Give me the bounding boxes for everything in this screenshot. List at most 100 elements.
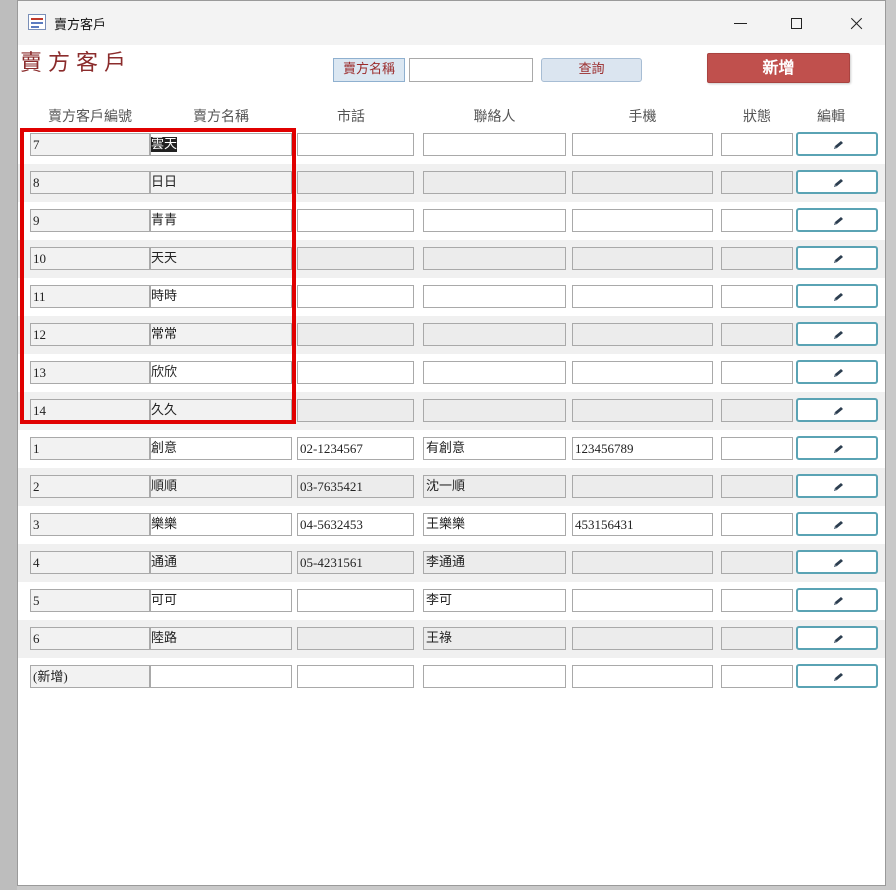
query-button[interactable]: 查詢: [541, 58, 642, 82]
cell-phone[interactable]: [297, 361, 414, 384]
cell-name[interactable]: 陸路: [150, 627, 292, 650]
cell-contact[interactable]: [423, 285, 566, 308]
edit-button[interactable]: [796, 474, 878, 498]
cell-id[interactable]: 12: [30, 323, 150, 346]
cell-id[interactable]: 8: [30, 171, 150, 194]
cell-contact[interactable]: 王祿: [423, 627, 566, 650]
cell-mobile[interactable]: [572, 133, 713, 156]
cell-mobile[interactable]: [572, 627, 713, 650]
cell-mobile[interactable]: [572, 475, 713, 498]
cell-id[interactable]: 1: [30, 437, 150, 460]
cell-contact[interactable]: [423, 399, 566, 422]
cell-name[interactable]: 常常: [150, 323, 292, 346]
cell-id[interactable]: 14: [30, 399, 150, 422]
edit-button[interactable]: [796, 322, 878, 346]
cell-mobile[interactable]: [572, 209, 713, 232]
cell-contact[interactable]: [423, 171, 566, 194]
cell-status[interactable]: [721, 437, 793, 460]
cell-status[interactable]: [721, 513, 793, 536]
edit-button[interactable]: [796, 246, 878, 270]
close-button[interactable]: [836, 9, 876, 37]
minimize-button[interactable]: [720, 9, 760, 37]
cell-name[interactable]: 通通: [150, 551, 292, 574]
cell-phone[interactable]: [297, 323, 414, 346]
cell-id[interactable]: 3: [30, 513, 150, 536]
cell-mobile[interactable]: 453156431: [572, 513, 713, 536]
cell-mobile[interactable]: [572, 399, 713, 422]
cell-contact[interactable]: [423, 323, 566, 346]
cell-phone[interactable]: [297, 399, 414, 422]
cell-id[interactable]: 9: [30, 209, 150, 232]
cell-status[interactable]: [721, 285, 793, 308]
edit-button[interactable]: [796, 436, 878, 460]
cell-contact[interactable]: [423, 133, 566, 156]
cell-status[interactable]: [721, 323, 793, 346]
cell-mobile[interactable]: 123456789: [572, 437, 713, 460]
cell-contact[interactable]: 有創意: [423, 437, 566, 460]
cell-mobile[interactable]: [572, 589, 713, 612]
cell-name[interactable]: 可可: [150, 589, 292, 612]
edit-button[interactable]: [796, 360, 878, 384]
cell-contact[interactable]: 李通通: [423, 551, 566, 574]
cell-phone[interactable]: [297, 171, 414, 194]
cell-mobile[interactable]: [572, 323, 713, 346]
cell-name[interactable]: 時時: [150, 285, 292, 308]
cell-mobile[interactable]: [572, 171, 713, 194]
cell-status[interactable]: [721, 133, 793, 156]
cell-mobile[interactable]: [572, 551, 713, 574]
cell-status[interactable]: [721, 171, 793, 194]
edit-button[interactable]: [796, 664, 878, 688]
cell-phone[interactable]: [297, 285, 414, 308]
cell-name[interactable]: 樂樂: [150, 513, 292, 536]
cell-phone[interactable]: [297, 209, 414, 232]
cell-status[interactable]: [721, 551, 793, 574]
cell-name[interactable]: 創意: [150, 437, 292, 460]
cell-name[interactable]: 順順: [150, 475, 292, 498]
cell-status[interactable]: [721, 361, 793, 384]
cell-status[interactable]: [721, 399, 793, 422]
edit-button[interactable]: [796, 550, 878, 574]
cell-id[interactable]: 13: [30, 361, 150, 384]
cell-name[interactable]: 日日: [150, 171, 292, 194]
cell-name[interactable]: [150, 665, 292, 688]
cell-name[interactable]: 欣欣: [150, 361, 292, 384]
cell-mobile[interactable]: [572, 247, 713, 270]
cell-contact[interactable]: 王樂樂: [423, 513, 566, 536]
cell-mobile[interactable]: [572, 665, 713, 688]
cell-phone[interactable]: [297, 665, 414, 688]
edit-button[interactable]: [796, 132, 878, 156]
cell-phone[interactable]: [297, 133, 414, 156]
cell-id[interactable]: 10: [30, 247, 150, 270]
cell-status[interactable]: [721, 209, 793, 232]
search-input[interactable]: [409, 58, 533, 82]
cell-id[interactable]: 6: [30, 627, 150, 650]
edit-button[interactable]: [796, 398, 878, 422]
cell-status[interactable]: [721, 589, 793, 612]
cell-contact[interactable]: 沈一順: [423, 475, 566, 498]
cell-phone[interactable]: [297, 247, 414, 270]
cell-contact[interactable]: [423, 361, 566, 384]
cell-status[interactable]: [721, 475, 793, 498]
cell-phone[interactable]: [297, 589, 414, 612]
cell-contact[interactable]: [423, 209, 566, 232]
maximize-button[interactable]: [778, 9, 818, 37]
cell-id[interactable]: 2: [30, 475, 150, 498]
cell-id[interactable]: (新增): [30, 665, 150, 688]
cell-contact[interactable]: 李可: [423, 589, 566, 612]
edit-button[interactable]: [796, 170, 878, 194]
cell-name[interactable]: 天天: [150, 247, 292, 270]
edit-button[interactable]: [796, 512, 878, 536]
cell-phone[interactable]: 04-5632453: [297, 513, 414, 536]
cell-mobile[interactable]: [572, 361, 713, 384]
cell-phone[interactable]: 02-1234567: [297, 437, 414, 460]
cell-name[interactable]: 久久: [150, 399, 292, 422]
cell-id[interactable]: 4: [30, 551, 150, 574]
cell-id[interactable]: 11: [30, 285, 150, 308]
edit-button[interactable]: [796, 588, 878, 612]
cell-status[interactable]: [721, 627, 793, 650]
edit-button[interactable]: [796, 626, 878, 650]
cell-phone[interactable]: [297, 627, 414, 650]
cell-name[interactable]: 青青: [150, 209, 292, 232]
cell-contact[interactable]: [423, 247, 566, 270]
cell-name[interactable]: 雲天: [150, 133, 292, 156]
